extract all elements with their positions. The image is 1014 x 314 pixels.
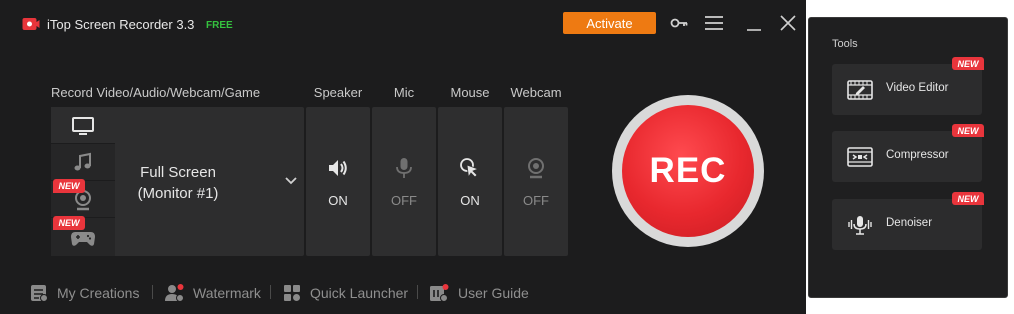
free-badge: FREE: [206, 20, 233, 31]
tool-compressor[interactable]: Compressor NEW: [832, 124, 984, 182]
webcam-toggle[interactable]: OFF: [504, 107, 568, 256]
webcam-state: OFF: [523, 193, 549, 208]
new-tag: NEW: [952, 192, 984, 205]
record-mode-list: NEW NEW: [51, 107, 115, 256]
tool-denoiser[interactable]: Denoiser NEW: [832, 192, 984, 250]
mouse-toggle[interactable]: ON: [438, 107, 502, 256]
app-logo-icon: [22, 18, 40, 30]
source-line-1: Full Screen: [140, 164, 216, 181]
mode-audio[interactable]: [51, 144, 115, 181]
footer-label: User Guide: [458, 285, 529, 301]
speaker-icon: [329, 160, 347, 176]
webcam-header: Webcam: [510, 85, 562, 100]
rec-button[interactable]: REC: [622, 105, 754, 237]
divider: [417, 285, 418, 299]
video-editor-icon: [847, 80, 873, 100]
quick-launcher-link[interactable]: Quick Launcher: [282, 283, 408, 303]
minimize-icon[interactable]: [744, 13, 764, 33]
speaker-state: ON: [328, 193, 348, 208]
activate-button[interactable]: Activate: [563, 12, 656, 34]
divider: [270, 285, 271, 299]
key-icon[interactable]: [669, 13, 689, 33]
record-header: Record Video/Audio/Webcam/Game: [51, 85, 261, 100]
close-icon[interactable]: [778, 13, 798, 33]
footer-label: Quick Launcher: [310, 285, 409, 301]
mic-header: Mic: [393, 85, 415, 100]
capture-source-selector[interactable]: Full Screen (Monitor #1): [118, 162, 238, 204]
tool-label: Video Editor: [886, 82, 949, 94]
mic-state: OFF: [391, 193, 417, 208]
app-title: iTop Screen Recorder 3.3: [47, 17, 195, 32]
mouse-state: ON: [460, 193, 480, 208]
compressor-icon: [847, 147, 873, 167]
speaker-header: Speaker: [313, 85, 363, 100]
watermark-icon: [165, 284, 184, 302]
tool-label: Denoiser: [886, 217, 933, 229]
webcam-icon: [528, 158, 544, 179]
gamepad-icon: [71, 232, 95, 246]
footer-label: Watermark: [193, 285, 261, 301]
mode-game[interactable]: NEW: [51, 216, 115, 256]
mode-screen[interactable]: [51, 107, 115, 144]
launcher-icon: [284, 285, 300, 301]
mic-toggle[interactable]: OFF: [372, 107, 436, 256]
mouse-header: Mouse: [450, 85, 490, 100]
main-window: iTop Screen Recorder 3.3 FREE Activate R…: [0, 0, 806, 314]
menu-icon[interactable]: [704, 13, 724, 33]
new-tag: NEW: [53, 216, 85, 230]
chevron-down-icon[interactable]: [284, 176, 298, 186]
monitor-icon: [72, 117, 94, 135]
user-guide-link[interactable]: User Guide: [429, 283, 529, 303]
creations-icon: [31, 285, 48, 302]
music-note-icon: [74, 152, 91, 171]
tool-video-editor[interactable]: Video Editor NEW: [832, 57, 984, 115]
microphone-icon: [396, 158, 412, 178]
speaker-toggle[interactable]: ON: [306, 107, 370, 256]
title-bar: iTop Screen Recorder 3.3 FREE Activate: [0, 0, 806, 46]
denoiser-icon: [848, 216, 872, 235]
guide-icon: [430, 284, 449, 302]
source-line-2: (Monitor #1): [137, 185, 219, 202]
mode-webcam[interactable]: NEW: [51, 179, 115, 218]
new-tag: NEW: [952, 57, 984, 70]
watermark-link[interactable]: Watermark: [164, 283, 261, 303]
tools-title: Tools: [832, 38, 858, 50]
tool-label: Compressor: [886, 149, 949, 161]
footer-label: My Creations: [57, 285, 140, 301]
new-tag: NEW: [53, 179, 85, 193]
my-creations-link[interactable]: My Creations: [29, 283, 139, 303]
divider: [152, 285, 153, 299]
mouse-click-icon: [460, 158, 480, 179]
new-tag: NEW: [952, 124, 984, 137]
